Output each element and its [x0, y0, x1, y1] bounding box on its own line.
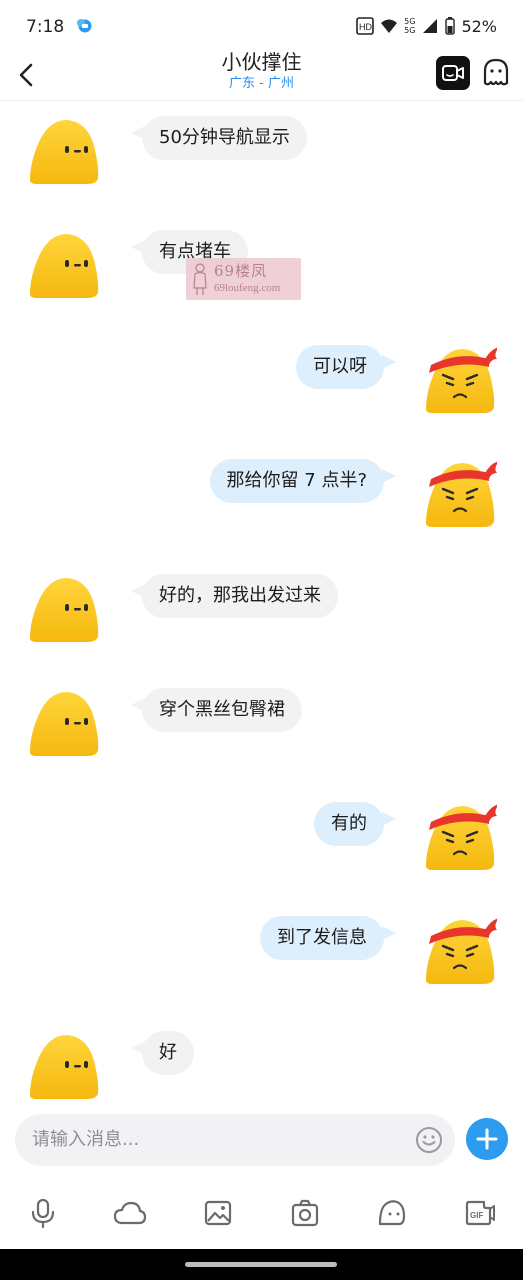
emoji-icon[interactable]: [415, 1126, 443, 1154]
watermark-url: 69loufeng.com: [214, 282, 281, 294]
camera-button[interactable]: [285, 1190, 325, 1236]
message-row-6: 穿个黑丝包臀裙: [0, 688, 523, 768]
message-input-bar[interactable]: 请输入消息...: [15, 1114, 455, 1166]
status-time: 7:18: [26, 17, 65, 37]
incoming-message-bubble[interactable]: 好的，那我出发过来: [142, 574, 338, 618]
gif-button[interactable]: GIF: [460, 1190, 500, 1236]
bubble-tail: [382, 812, 396, 826]
my-avatar[interactable]: [423, 345, 497, 417]
gif-icon: GIF: [465, 1200, 495, 1226]
chat-title: 小伙撑住: [221, 50, 302, 74]
back-button[interactable]: [12, 58, 42, 92]
title-block: 小伙撑住 广东 - 广州: [120, 48, 403, 92]
outgoing-message-bubble[interactable]: 到了发信息: [260, 916, 384, 960]
message-row-4: 那给你留 7 点半?: [0, 459, 523, 539]
contact-avatar[interactable]: [27, 116, 101, 188]
incoming-message-bubble[interactable]: 50分钟导航显示: [142, 116, 307, 160]
notification-app-icon: [77, 19, 92, 33]
video-call-button[interactable]: [436, 56, 470, 90]
home-indicator[interactable]: [185, 1262, 337, 1267]
voice-button[interactable]: [23, 1190, 63, 1236]
outgoing-message-bubble[interactable]: 有的: [314, 802, 384, 846]
message-row-1: 50分钟导航显示: [0, 116, 523, 196]
sticker-icon: [378, 1200, 406, 1226]
my-avatar[interactable]: [423, 459, 497, 531]
composer-toolbar: GIF: [0, 1190, 523, 1236]
cloud-icon: [113, 1201, 147, 1225]
bubble-tail: [382, 355, 396, 369]
message-row-3: 可以呀: [0, 345, 523, 425]
signal-label-bottom: 5G: [404, 26, 416, 35]
message-row-8: 到了发信息: [0, 916, 523, 996]
watermark-figure-icon: [193, 263, 207, 295]
camera-icon: [291, 1199, 319, 1227]
mic-icon: [31, 1198, 55, 1228]
bubble-tail: [382, 469, 396, 483]
cloud-button[interactable]: [110, 1190, 150, 1236]
contact-avatar[interactable]: [27, 688, 101, 760]
sticker-button[interactable]: [372, 1190, 412, 1236]
contact-avatar[interactable]: [27, 574, 101, 646]
signal-icon: [423, 19, 438, 33]
signal-labels: 5G 5G: [404, 17, 415, 35]
status-indicators: HD 5G 5G 52%: [356, 14, 497, 38]
outgoing-message-bubble[interactable]: 那给你留 7 点半?: [209, 459, 384, 503]
outgoing-message-bubble[interactable]: 可以呀: [296, 345, 384, 389]
hd-icon: HD: [356, 17, 374, 35]
incoming-message-bubble[interactable]: 好: [142, 1031, 194, 1075]
watermark-text: 69楼凤: [214, 262, 268, 280]
chat-header: 小伙撑住 广东 - 广州: [0, 50, 523, 101]
contact-avatar[interactable]: [27, 1031, 101, 1103]
chat-location: 广东 - 广州: [229, 76, 294, 91]
svg-text:HD: HD: [359, 22, 372, 32]
gif-label: GIF: [470, 1211, 483, 1220]
wifi-icon: [381, 19, 398, 33]
message-row-9: 好: [0, 1031, 523, 1111]
message-row-7: 有的: [0, 802, 523, 882]
my-avatar[interactable]: [423, 802, 497, 874]
image-icon: [204, 1200, 232, 1226]
system-navigation-bar: [0, 1249, 523, 1280]
message-input[interactable]: 请输入消息...: [32, 1114, 139, 1166]
profile-ghost-icon[interactable]: [481, 57, 511, 89]
add-attachment-button[interactable]: [466, 1118, 508, 1160]
image-button[interactable]: [198, 1190, 238, 1236]
battery-percent: 52%: [461, 16, 497, 36]
my-avatar[interactable]: [423, 916, 497, 988]
video-camera-icon: [442, 65, 464, 81]
incoming-message-bubble[interactable]: 穿个黑丝包臀裙: [142, 688, 302, 732]
signal-label-top: 5G: [404, 17, 416, 26]
status-bar: 7:18 HD 5G 5G 52%: [0, 0, 523, 52]
battery-icon: [445, 17, 456, 35]
message-row-5: 好的，那我出发过来: [0, 574, 523, 654]
bubble-tail: [382, 926, 396, 940]
watermark: 69楼凤 69loufeng.com: [186, 258, 301, 300]
contact-avatar[interactable]: [27, 230, 101, 302]
